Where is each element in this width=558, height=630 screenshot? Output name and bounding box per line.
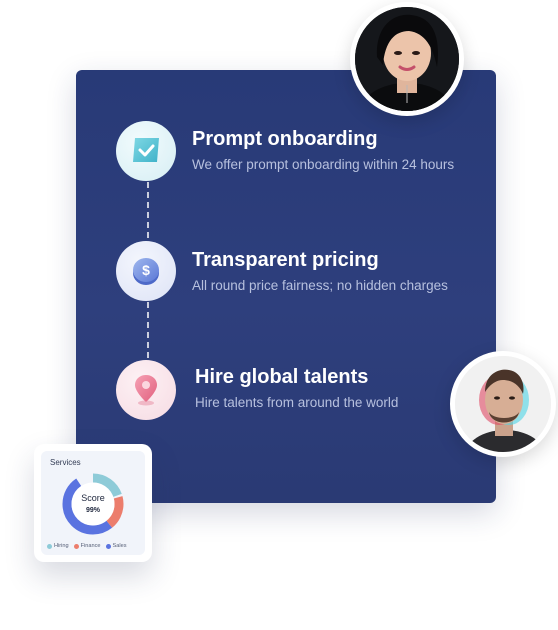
score-label: Score — [81, 493, 105, 503]
score-donut-chart — [62, 473, 124, 535]
legend: Hiring Finance Sales — [47, 543, 127, 549]
svg-text:$: $ — [142, 262, 150, 278]
step-description: We offer prompt onboarding within 24 hou… — [192, 157, 455, 172]
step-title: Transparent pricing — [192, 249, 379, 271]
avatar — [350, 2, 464, 116]
location-pin-icon — [116, 360, 176, 420]
legend-label: Hiring — [54, 543, 69, 549]
checkbox-icon — [116, 121, 176, 181]
connector-line — [147, 302, 149, 358]
score-value: 99% — [85, 507, 100, 514]
legend-label: Finance — [80, 543, 101, 549]
step-title: Prompt onboarding — [192, 128, 378, 150]
step-title: Hire global talents — [195, 366, 369, 388]
step-description: All round price fairness; no hidden char… — [192, 278, 448, 293]
services-card: Services Score 99% Hiring Finance Sales — [34, 444, 152, 562]
legend-item-sales: Sales — [105, 543, 127, 549]
legend-dot — [47, 543, 52, 549]
services-card-body: Services Score 99% Hiring Finance Sales — [41, 451, 145, 555]
dollar-coin-icon: $ — [116, 241, 176, 301]
legend-item-hiring: Hiring — [47, 543, 69, 549]
connector-line — [147, 182, 149, 238]
legend-item-finance: Finance — [73, 543, 101, 549]
legend-label: Sales — [112, 543, 127, 549]
step-description: Hire talents from around the world — [195, 395, 399, 410]
legend-dot — [105, 543, 111, 549]
avatar — [450, 351, 556, 457]
legend-dot — [73, 543, 79, 549]
